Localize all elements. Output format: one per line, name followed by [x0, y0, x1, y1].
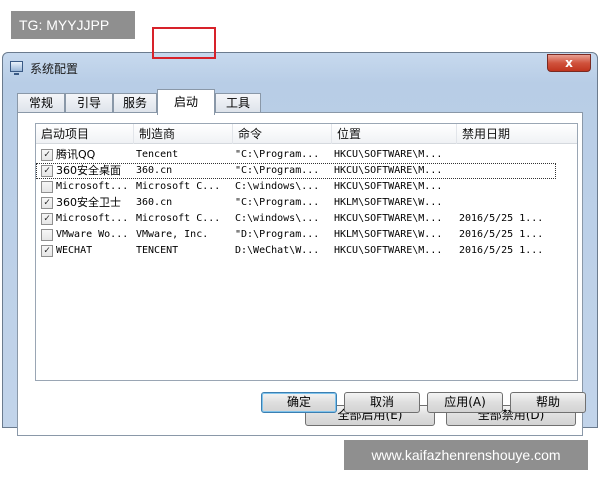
title-bar: 系统配置 x [3, 53, 597, 79]
watermark-top: TG: MYYJJPP [11, 11, 135, 39]
row-location: HKCU\SOFTWARE\M... [334, 181, 443, 192]
row-manufacturer: Microsoft C... [136, 213, 221, 224]
row-command: C:\windows\... [235, 213, 320, 224]
column-location[interactable]: 位置 [332, 124, 457, 144]
list-header: 启动项目 制造商 命令 位置 禁用日期 [36, 124, 577, 144]
startup-list[interactable]: 启动项目 制造商 命令 位置 禁用日期 ✓ 腾讯QQ Tencent "C:\P… [35, 123, 578, 381]
row-command: "C:\Program... [235, 149, 320, 160]
tab-tools[interactable]: 工具 [215, 93, 261, 113]
row-date [459, 179, 577, 195]
watermark-bottom: www.kaifazhenrenshouye.com [344, 440, 588, 470]
close-button[interactable]: x [547, 54, 591, 72]
cancel-button[interactable]: 取消 [344, 392, 420, 413]
column-manufacturer[interactable]: 制造商 [134, 124, 233, 144]
row-location: HKCU\SOFTWARE\M... [334, 165, 443, 176]
table-row[interactable]: ✓ 360安全桌面 360.cn "C:\Program... HKCU\SOF… [36, 163, 556, 179]
row-checkbox[interactable]: ✓ [41, 149, 53, 161]
row-date: 2016/5/25 1... [459, 213, 544, 224]
row-location: HKLM\SOFTWARE\W... [334, 229, 443, 240]
tab-services[interactable]: 服务 [113, 93, 157, 113]
row-location: HKCU\SOFTWARE\M... [334, 245, 443, 256]
row-location: HKCU\SOFTWARE\M... [334, 149, 443, 160]
startup-panel: 启动项目 制造商 命令 位置 禁用日期 ✓ 腾讯QQ Tencent "C:\P… [17, 112, 583, 436]
row-manufacturer: Microsoft C... [136, 181, 221, 192]
row-manufacturer: TENCENT [136, 245, 179, 256]
apply-button[interactable]: 应用(A) [427, 392, 503, 413]
row-command: "C:\Program... [235, 197, 320, 208]
row-command: "D:\Program... [235, 229, 320, 240]
row-checkbox[interactable] [41, 181, 53, 193]
row-name: 腾讯QQ [56, 148, 96, 161]
column-command[interactable]: 命令 [233, 124, 332, 144]
column-disabled-date[interactable]: 禁用日期 [457, 124, 577, 144]
row-name: Microsoft... [56, 213, 129, 224]
table-row[interactable]: Microsoft... Microsoft C... C:\windows\.… [36, 179, 577, 195]
row-date [459, 147, 577, 163]
table-row[interactable]: VMware Wo... VMware, Inc. "D:\Program...… [36, 227, 577, 243]
column-startup-item[interactable]: 启动项目 [36, 124, 134, 144]
row-name: VMware Wo... [56, 229, 129, 240]
row-manufacturer: 360.cn [136, 165, 173, 176]
row-checkbox[interactable] [41, 229, 53, 241]
row-name: 360安全卫士 [56, 196, 121, 209]
row-location: HKLM\SOFTWARE\W... [334, 197, 443, 208]
row-checkbox[interactable]: ✓ [41, 245, 53, 257]
tab-startup[interactable]: 启动 [157, 89, 215, 115]
tab-boot[interactable]: 引导 [65, 93, 113, 113]
row-checkbox[interactable]: ✓ [41, 213, 53, 225]
row-date: 2016/5/25 1... [459, 229, 544, 240]
row-date: 2016/5/25 1... [459, 245, 544, 256]
row-name: Microsoft... [56, 181, 129, 192]
table-row[interactable]: ✓ 腾讯QQ Tencent "C:\Program... HKCU\SOFTW… [36, 147, 577, 163]
table-row[interactable]: ✓ Microsoft... Microsoft C... C:\windows… [36, 211, 577, 227]
tab-general[interactable]: 常规 [17, 93, 65, 113]
row-date [459, 163, 555, 179]
row-checkbox[interactable]: ✓ [41, 165, 53, 177]
row-manufacturer: 360.cn [136, 197, 173, 208]
row-command: C:\windows\... [235, 181, 320, 192]
tab-strip: 常规 引导 服务 启动 工具 [17, 89, 577, 115]
row-manufacturer: VMware, Inc. [136, 229, 209, 240]
table-row[interactable]: ✓ WECHAT TENCENT D:\WeChat\W... HKCU\SOF… [36, 243, 577, 259]
row-command: D:\WeChat\W... [235, 245, 320, 256]
help-button[interactable]: 帮助 [510, 392, 586, 413]
table-row[interactable]: ✓ 360安全卫士 360.cn "C:\Program... HKLM\SOF… [36, 195, 577, 211]
row-name: WECHAT [56, 245, 93, 256]
ok-button[interactable]: 确定 [261, 392, 337, 413]
row-manufacturer: Tencent [136, 149, 179, 160]
row-command: "C:\Program... [235, 165, 320, 176]
system-config-window: 系统配置 x 常规 引导 服务 启动 工具 启动项目 制造商 命令 位置 禁用日… [2, 52, 598, 436]
row-checkbox[interactable]: ✓ [41, 197, 53, 209]
monitor-icon [10, 61, 23, 75]
row-date [459, 195, 577, 211]
row-location: HKCU\SOFTWARE\M... [334, 213, 443, 224]
row-name: 360安全桌面 [56, 164, 121, 177]
startup-tab-highlight [152, 27, 216, 59]
window-title: 系统配置 [30, 62, 79, 76]
